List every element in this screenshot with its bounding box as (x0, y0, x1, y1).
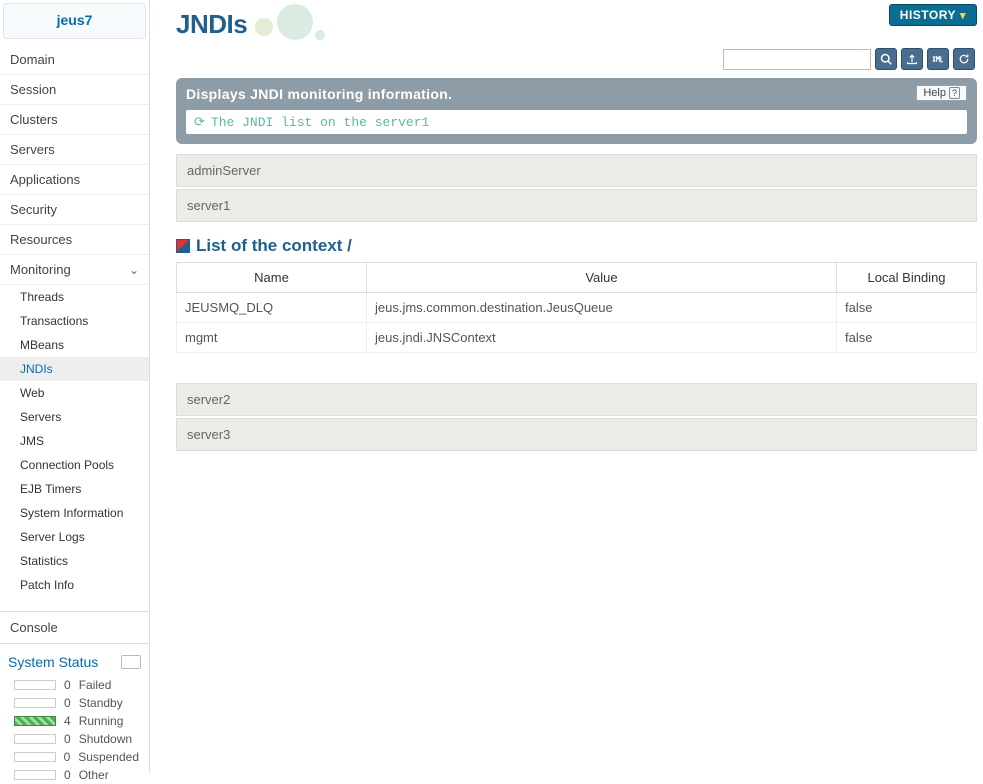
system-status-header: System Status (0, 644, 149, 676)
nav-item-session[interactable]: Session (0, 75, 149, 105)
status-count: 0 (64, 678, 71, 692)
subnav-item-servers[interactable]: Servers (0, 405, 149, 429)
monitoring-subnav: ThreadsTransactionsMBeansJNDIsWebServers… (0, 285, 149, 601)
nav-item-clusters[interactable]: Clusters (0, 105, 149, 135)
subnav-item-system-information[interactable]: System Information (0, 501, 149, 525)
status-count: 0 (64, 696, 71, 710)
subnav-item-transactions[interactable]: Transactions (0, 309, 149, 333)
product-logo: jeus7 (3, 3, 146, 39)
status-label: Running (79, 714, 124, 728)
cell: mgmt (177, 323, 367, 353)
context-heading: List of the context / (176, 236, 977, 256)
status-bar (14, 698, 56, 708)
subnav-item-ejb-timers[interactable]: EJB Timers (0, 477, 149, 501)
breadcrumb-bar: ⟳ The JNDI list on the server1 (186, 110, 967, 134)
subnav-item-web[interactable]: Web (0, 381, 149, 405)
subnav-item-statistics[interactable]: Statistics (0, 549, 149, 573)
help-button[interactable]: Help ? (916, 85, 967, 101)
col-name: Name (177, 263, 367, 293)
server-row-adminserver[interactable]: adminServer (176, 154, 977, 187)
status-bar (14, 770, 56, 780)
nav-item-domain[interactable]: Domain (0, 45, 149, 75)
page-title-text: JNDIs (176, 9, 247, 40)
nav-item-servers[interactable]: Servers (0, 135, 149, 165)
sidebar: jeus7 DomainSessionClustersServersApplic… (0, 0, 150, 773)
server-row-server1[interactable]: server1 (176, 189, 977, 222)
page-title: JNDIs (176, 0, 977, 44)
history-label: HISTORY (900, 8, 956, 22)
chevron-down-icon: ▾ (960, 9, 966, 22)
status-bar (14, 680, 56, 690)
banner-text: Displays JNDI monitoring information. (186, 86, 967, 102)
context-heading-text: List of the context / (196, 236, 352, 256)
status-row-standby: 0 Standby (0, 694, 149, 712)
status-label: Failed (79, 678, 112, 692)
nav-monitoring-label: Monitoring (10, 262, 71, 277)
status-label: Standby (79, 696, 123, 710)
cell: jeus.jms.common.destination.JeusQueue (367, 293, 837, 323)
status-count: 0 (64, 732, 71, 746)
table-row[interactable]: JEUSMQ_DLQjeus.jms.common.destination.Je… (177, 293, 977, 323)
subnav-item-patch-info[interactable]: Patch Info (0, 573, 149, 597)
refresh-icon[interactable] (953, 48, 975, 70)
nav-item-resources[interactable]: Resources (0, 225, 149, 255)
history-button[interactable]: HISTORY ▾ (889, 4, 977, 26)
search-icon[interactable] (875, 48, 897, 70)
col-value: Value (367, 263, 837, 293)
status-row-running: 4 Running (0, 712, 149, 730)
section-icon (176, 239, 190, 253)
system-status-title: System Status (8, 654, 98, 670)
info-banner: Displays JNDI monitoring information. He… (176, 78, 977, 144)
status-row-suspended: 0 Suspended (0, 748, 149, 766)
breadcrumb-text: The JNDI list on the server1 (211, 115, 429, 130)
cell: JEUSMQ_DLQ (177, 293, 367, 323)
subnav-item-threads[interactable]: Threads (0, 285, 149, 309)
export-icon[interactable] (901, 48, 923, 70)
help-label: Help (923, 87, 946, 99)
main-content: HISTORY ▾ JNDIs Displays JNDI (150, 0, 983, 773)
help-icon: ? (949, 87, 960, 99)
cell: false (837, 323, 977, 353)
subnav-item-server-logs[interactable]: Server Logs (0, 525, 149, 549)
nav-item-console[interactable]: Console (0, 611, 149, 644)
cell: false (837, 293, 977, 323)
status-list: 0 Failed 0 Standby 4 Running 0 Shutdown 0 Suspend… (0, 676, 149, 784)
status-label: Other (79, 768, 109, 782)
status-count: 4 (64, 714, 71, 728)
refresh-icon: ⟳ (194, 114, 205, 130)
xml-icon[interactable] (927, 48, 949, 70)
status-panel-icon (121, 655, 141, 669)
col-local-binding: Local Binding (837, 263, 977, 293)
main-nav: DomainSessionClustersServersApplications… (0, 45, 149, 255)
table-row[interactable]: mgmtjeus.jndi.JNSContextfalse (177, 323, 977, 353)
toolbar (176, 48, 975, 70)
server-row-server3[interactable]: server3 (176, 418, 977, 451)
status-bar (14, 752, 56, 762)
subnav-item-jms[interactable]: JMS (0, 429, 149, 453)
status-row-failed: 0 Failed (0, 676, 149, 694)
status-row-other: 0 Other (0, 766, 149, 784)
nav-item-monitoring[interactable]: Monitoring ⌄ (0, 255, 149, 285)
nav-item-security[interactable]: Security (0, 195, 149, 225)
server-row-server2[interactable]: server2 (176, 383, 977, 416)
status-count: 0 (64, 750, 71, 764)
decorative-circles (255, 4, 375, 44)
chevron-down-icon: ⌄ (129, 263, 139, 277)
status-row-shutdown: 0 Shutdown (0, 730, 149, 748)
status-count: 0 (64, 768, 71, 782)
search-input[interactable] (723, 49, 871, 70)
status-label: Shutdown (79, 732, 132, 746)
subnav-item-jndis[interactable]: JNDIs (0, 357, 149, 381)
subnav-item-connection-pools[interactable]: Connection Pools (0, 453, 149, 477)
subnav-item-mbeans[interactable]: MBeans (0, 333, 149, 357)
cell: jeus.jndi.JNSContext (367, 323, 837, 353)
status-bar (14, 716, 56, 726)
jndi-table: NameValueLocal Binding JEUSMQ_DLQjeus.jm… (176, 262, 977, 353)
status-bar (14, 734, 56, 744)
nav-item-applications[interactable]: Applications (0, 165, 149, 195)
status-label: Suspended (78, 750, 139, 764)
